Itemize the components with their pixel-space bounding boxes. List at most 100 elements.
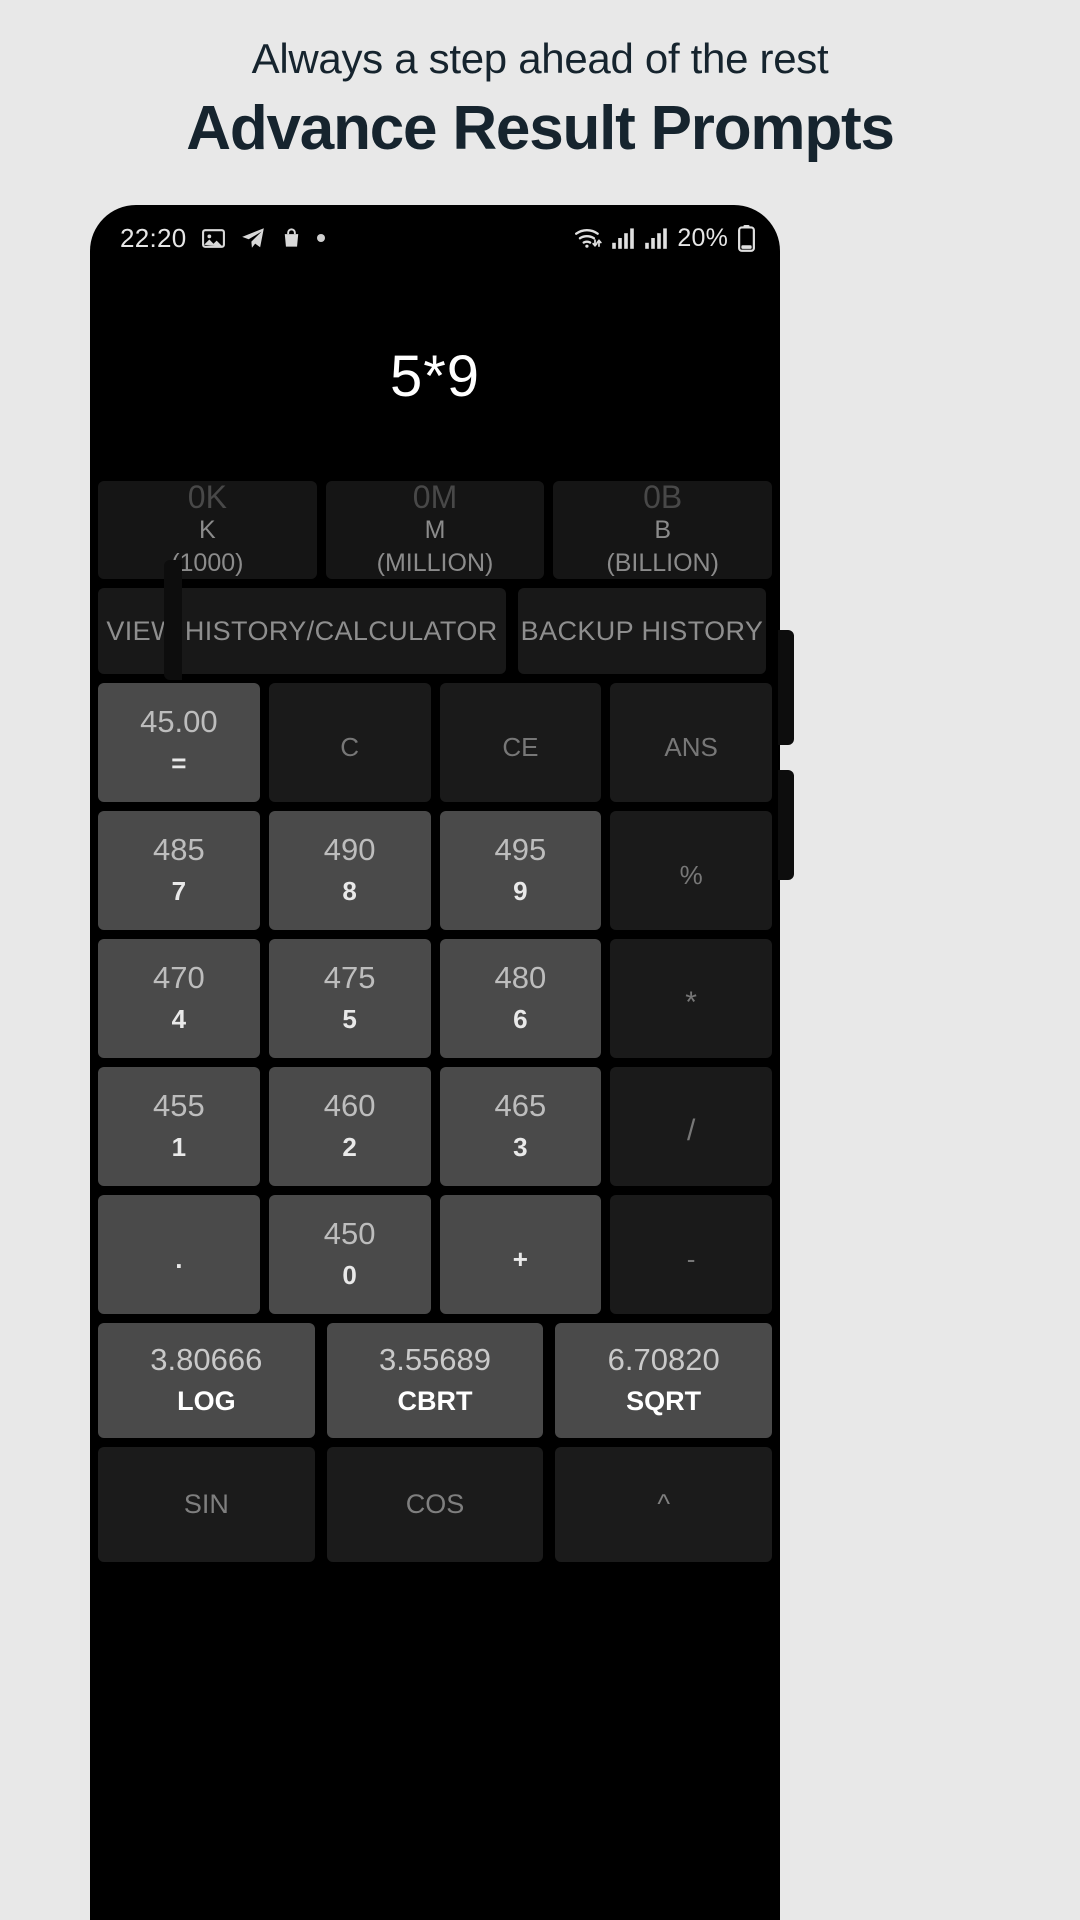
key-cbrt[interactable]: 3.55689 CBRT bbox=[326, 1323, 544, 1438]
key-0[interactable]: 450 0 bbox=[268, 1195, 431, 1314]
power-button[interactable] bbox=[778, 630, 794, 745]
phone-mockup: 22:20 20% 5*9 0K K (1000) 0M M (MILLION)… bbox=[90, 205, 794, 1920]
unit-row: 0K K (1000) 0M M (MILLION) 0B B (BILLION… bbox=[98, 478, 773, 579]
key-power[interactable]: ^ bbox=[555, 1447, 773, 1562]
unit-k-sub: (1000) bbox=[171, 549, 244, 577]
key-6-label: 6 bbox=[513, 1003, 528, 1034]
key-9-hint: 495 bbox=[494, 832, 547, 868]
key-1-hint: 455 bbox=[153, 1088, 205, 1124]
key-equals-label: = bbox=[171, 747, 187, 778]
unit-b-value: 0B bbox=[643, 478, 683, 515]
key-row-2: 470 4 475 5 480 6 * bbox=[98, 939, 772, 1058]
key-row-4: . 450 0 + - bbox=[98, 1195, 772, 1314]
signal-bars-icon-2 bbox=[644, 227, 668, 249]
side-button[interactable] bbox=[778, 770, 794, 880]
promo-title: Advance Result Prompts bbox=[186, 94, 895, 164]
key-8-hint: 490 bbox=[323, 832, 376, 868]
status-bar-right: 20% bbox=[574, 224, 756, 253]
key-5[interactable]: 475 5 bbox=[268, 939, 431, 1058]
key-ans[interactable]: ANS bbox=[610, 683, 772, 802]
key-7-label: 7 bbox=[171, 875, 187, 906]
trig-row: SIN COS ^ bbox=[98, 1447, 773, 1562]
phone-screen: 22:20 20% 5*9 0K K (1000) 0M M (MILLION)… bbox=[90, 205, 780, 1920]
history-row: VIEW HISTORY/CALCULATOR BACKUP HISTORY bbox=[98, 588, 772, 674]
key-decimal-label: . bbox=[175, 1243, 183, 1274]
dot-indicator bbox=[316, 234, 325, 242]
unit-m-label: M bbox=[424, 515, 446, 544]
function-row: 3.80666 LOG 3.55689 CBRT 6.70820 SQRT bbox=[98, 1323, 773, 1438]
key-6-hint: 480 bbox=[494, 960, 547, 996]
keypad: 0K K (1000) 0M M (MILLION) 0B B (BILLION… bbox=[90, 481, 780, 1562]
unit-key-b[interactable]: 0B B (BILLION) bbox=[553, 478, 773, 579]
key-5-hint: 475 bbox=[323, 960, 376, 996]
unit-b-sub: (BILLION) bbox=[606, 549, 719, 577]
calculator-display: 5*9 bbox=[389, 343, 481, 409]
key-6[interactable]: 480 6 bbox=[439, 939, 602, 1058]
unit-m-value: 0M bbox=[412, 478, 458, 515]
unit-b-label: B bbox=[654, 515, 672, 544]
key-5-label: 5 bbox=[342, 1003, 357, 1034]
key-equals[interactable]: 45.00 = bbox=[98, 683, 260, 802]
wifi-icon bbox=[574, 226, 603, 250]
key-percent[interactable]: % bbox=[610, 811, 772, 930]
key-1[interactable]: 455 1 bbox=[98, 1067, 260, 1186]
key-power-label: ^ bbox=[657, 1489, 671, 1519]
volume-button[interactable] bbox=[164, 560, 182, 680]
key-clear-entry-label: CE bbox=[502, 731, 539, 762]
key-2-hint: 460 bbox=[323, 1088, 376, 1124]
key-plus[interactable]: + bbox=[439, 1195, 602, 1314]
key-ans-label: ANS bbox=[664, 731, 718, 762]
key-divide[interactable]: / bbox=[610, 1067, 772, 1186]
unit-k-value: 0K bbox=[187, 478, 227, 515]
key-row-3: 455 1 460 2 465 3 / bbox=[98, 1067, 772, 1186]
key-sin[interactable]: SIN bbox=[98, 1447, 315, 1562]
key-multiply[interactable]: * bbox=[610, 939, 772, 1058]
unit-key-k[interactable]: 0K K (1000) bbox=[98, 481, 317, 579]
view-history-button[interactable]: VIEW HISTORY/CALCULATOR bbox=[98, 588, 506, 674]
key-0-hint: 450 bbox=[323, 1216, 376, 1252]
key-4-label: 4 bbox=[171, 1003, 187, 1034]
key-row-0: 45.00 = C CE ANS bbox=[98, 683, 772, 802]
key-percent-label: % bbox=[679, 859, 703, 890]
key-log[interactable]: 3.80666 LOG bbox=[98, 1323, 315, 1438]
promo-header: Always a step ahead of the rest Advance … bbox=[0, 0, 1080, 168]
unit-key-m[interactable]: 0M M (MILLION) bbox=[325, 478, 545, 579]
key-cbrt-label: CBRT bbox=[397, 1386, 473, 1416]
key-8-label: 8 bbox=[342, 875, 357, 906]
status-time: 22:20 bbox=[120, 222, 187, 253]
signal-bars-icon bbox=[611, 227, 635, 249]
key-3[interactable]: 465 3 bbox=[439, 1067, 602, 1186]
key-9[interactable]: 495 9 bbox=[439, 811, 602, 930]
key-3-hint: 465 bbox=[494, 1088, 547, 1124]
key-7-hint: 485 bbox=[153, 832, 205, 868]
key-3-label: 3 bbox=[513, 1131, 528, 1162]
key-cos-label: COS bbox=[405, 1489, 465, 1519]
image-icon bbox=[201, 226, 226, 251]
key-log-label: LOG bbox=[177, 1386, 236, 1416]
key-4-hint: 470 bbox=[153, 960, 205, 996]
key-cos[interactable]: COS bbox=[326, 1447, 544, 1562]
key-clear-entry[interactable]: CE bbox=[439, 683, 602, 802]
key-multiply-label: * bbox=[685, 986, 697, 1019]
key-4[interactable]: 470 4 bbox=[98, 939, 260, 1058]
key-sqrt[interactable]: 6.70820 SQRT bbox=[555, 1323, 773, 1438]
battery-icon bbox=[737, 224, 756, 252]
key-clear[interactable]: C bbox=[268, 683, 431, 802]
key-cbrt-hint: 3.55689 bbox=[378, 1342, 492, 1377]
key-8[interactable]: 490 8 bbox=[268, 811, 431, 930]
key-sqrt-label: SQRT bbox=[626, 1386, 702, 1416]
promo-subtitle: Always a step ahead of the rest bbox=[251, 35, 829, 82]
unit-m-sub: (MILLION) bbox=[376, 549, 494, 577]
key-plus-label: + bbox=[512, 1243, 528, 1274]
key-row-1: 485 7 490 8 495 9 % bbox=[98, 811, 772, 930]
key-minus[interactable]: - bbox=[610, 1195, 772, 1314]
backup-history-label: BACKUP HISTORY bbox=[520, 615, 764, 646]
status-bar: 22:20 20% bbox=[90, 205, 780, 271]
key-sqrt-hint: 6.70820 bbox=[607, 1342, 720, 1377]
key-2[interactable]: 460 2 bbox=[268, 1067, 431, 1186]
backup-history-button[interactable]: BACKUP HISTORY bbox=[518, 588, 766, 674]
key-decimal[interactable]: . bbox=[98, 1195, 260, 1314]
key-minus-label: - bbox=[686, 1243, 696, 1274]
key-clear-label: C bbox=[340, 731, 360, 762]
key-7[interactable]: 485 7 bbox=[98, 811, 260, 930]
